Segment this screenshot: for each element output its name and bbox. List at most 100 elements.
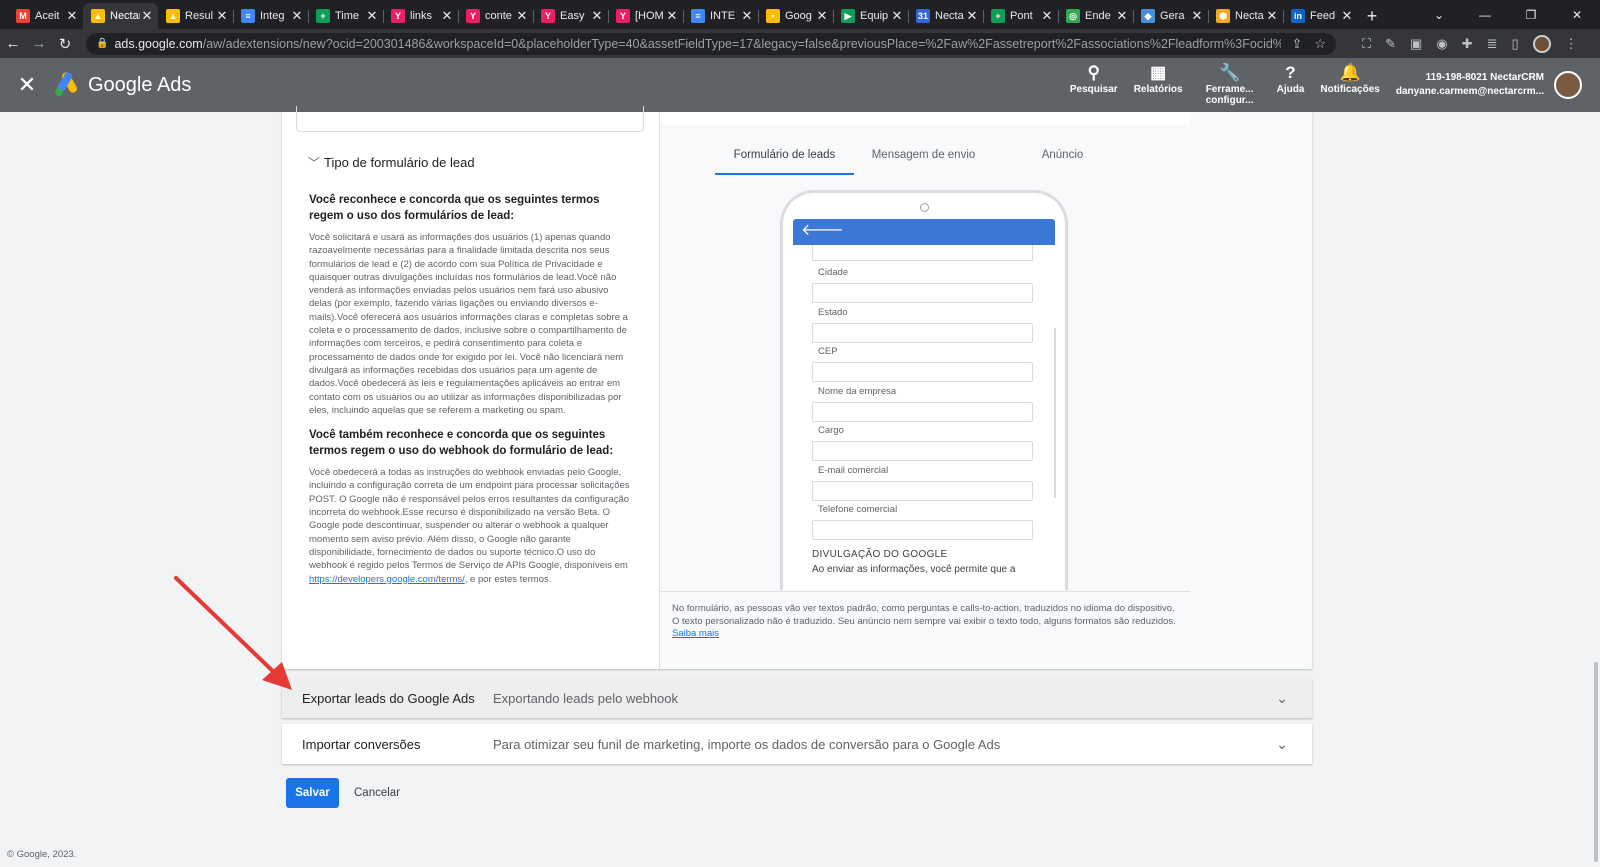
- browser-tab[interactable]: Y Easy ✕: [533, 3, 608, 29]
- bell-icon: 🔔: [1339, 63, 1361, 82]
- browser-tab[interactable]: ≡ INTE ✕: [683, 3, 758, 29]
- tab-close-icon[interactable]: ✕: [815, 8, 829, 24]
- export-leads-section[interactable]: Exportar leads do Google Ads Exportando …: [282, 678, 1312, 718]
- browser-tab[interactable]: ▪ Goog ✕: [758, 3, 833, 29]
- forward-icon[interactable]: →: [26, 35, 52, 52]
- tab-close-icon[interactable]: ✕: [1265, 8, 1279, 24]
- tab-close-icon[interactable]: ✕: [65, 8, 79, 24]
- header-action-label: Pesquisar: [1069, 84, 1118, 95]
- tab-close-icon[interactable]: ✕: [1340, 8, 1354, 24]
- preview-top-strip: [660, 112, 1190, 125]
- tab-close-icon[interactable]: ✕: [140, 8, 154, 24]
- tab-close-icon[interactable]: ✕: [740, 8, 754, 24]
- tab-close-icon[interactable]: ✕: [1040, 8, 1054, 24]
- browser-tab[interactable]: ◆ Gera ✕: [1133, 3, 1208, 29]
- browser-tab[interactable]: Yconte ✕: [458, 3, 533, 29]
- import-conversions-section[interactable]: Importar conversões Para otimizar seu fu…: [282, 724, 1312, 764]
- tab-title: links: [410, 10, 433, 22]
- phone-form-scroll[interactable]: DIVULGAÇÃO DO GOOGLE Ao enviar as inform…: [793, 245, 1055, 590]
- header-action-tools[interactable]: 🔧 Ferrame... configur...: [1191, 64, 1269, 107]
- browser-tab[interactable]: M Aceit ✕: [8, 3, 83, 29]
- puzzle-icon[interactable]: ✚: [1462, 36, 1473, 52]
- preview-tab[interactable]: Mensagem de envio: [854, 144, 993, 175]
- browser-tab[interactable]: Ylinks ✕: [383, 3, 458, 29]
- tab-close-icon[interactable]: ✕: [365, 8, 379, 24]
- tab-title: Pont: [1010, 10, 1033, 22]
- learn-more-link[interactable]: Saiba mais: [672, 628, 719, 639]
- save-button[interactable]: Salvar: [286, 778, 339, 808]
- chevron-down-icon[interactable]: ⌄: [1252, 690, 1312, 707]
- tab-title: [HOM: [635, 10, 664, 22]
- tab-search-icon[interactable]: ⌄: [1416, 8, 1462, 22]
- tab-close-icon[interactable]: ✕: [665, 8, 679, 24]
- account-info[interactable]: 119-198-8021 NectarCRM danyane.carmem@ne…: [1396, 71, 1544, 99]
- tab-close-icon[interactable]: ✕: [1115, 8, 1129, 24]
- browser-tab[interactable]: ⬢ Necta ✕: [1208, 3, 1283, 29]
- field-box: [812, 283, 1033, 303]
- back-icon[interactable]: ←: [0, 35, 26, 52]
- extension-circle-icon[interactable]: ◉: [1436, 36, 1447, 52]
- browser-tab[interactable]: ≡ Integ ✕: [233, 3, 308, 29]
- lead-form-type-header[interactable]: ﹀ Tipo de formulário de lead: [308, 154, 475, 171]
- terms-link[interactable]: https://developers.google.com/terms/: [309, 574, 465, 585]
- browser-tab[interactable]: in Feed ✕: [1283, 3, 1358, 29]
- preview-form-field: Telefone comercial: [812, 504, 1033, 540]
- back-arrow-icon: 🡐: [801, 222, 844, 239]
- tab-close-icon[interactable]: ✕: [965, 8, 979, 24]
- tab-close-icon[interactable]: ✕: [440, 8, 454, 24]
- page-scrollbar[interactable]: [1594, 662, 1598, 862]
- reload-icon[interactable]: ↻: [52, 35, 78, 53]
- preview-tab[interactable]: Anúncio: [993, 144, 1132, 175]
- close-icon[interactable]: ✕: [0, 72, 54, 98]
- menu-icon[interactable]: ⋮: [1565, 36, 1578, 52]
- google-disclosure: DIVULGAÇÃO DO GOOGLE Ao enviar as inform…: [812, 549, 1033, 575]
- tab-title: Necta: [1235, 10, 1264, 22]
- browser-tab[interactable]: + Pont ✕: [983, 3, 1058, 29]
- pen-icon[interactable]: ✎: [1385, 36, 1396, 52]
- header-action-help[interactable]: ? Ajuda: [1269, 64, 1313, 106]
- preview-form-field: Nome da empresa: [812, 386, 1033, 422]
- tab-close-icon[interactable]: ✕: [290, 8, 304, 24]
- restore-icon[interactable]: ❐: [1508, 8, 1554, 22]
- user-avatar[interactable]: [1554, 71, 1582, 99]
- tab-close-icon[interactable]: ✕: [515, 8, 529, 24]
- tab-title: Equip: [860, 10, 889, 22]
- window-controls: ⌄ — ❐ ✕: [1416, 0, 1600, 29]
- tab-close-icon[interactable]: ✕: [590, 8, 604, 24]
- bookmark-star-icon[interactable]: ☆: [1314, 36, 1326, 52]
- extension-icon[interactable]: ⛶: [1362, 36, 1371, 52]
- cast-icon[interactable]: ▣: [1410, 36, 1422, 52]
- previous-field-box[interactable]: [296, 106, 644, 132]
- phone-scrollbar[interactable]: [1054, 328, 1056, 498]
- tab-favicon-icon: Y: [391, 9, 405, 23]
- reading-list-icon[interactable]: ≣: [1487, 36, 1498, 52]
- header-action-reports[interactable]: ▦ Relatórios: [1126, 64, 1191, 106]
- side-panel-icon[interactable]: ▯: [1511, 36, 1518, 52]
- address-bar[interactable]: 🔒 ads.google.com /aw/adextensions/new?oc…: [86, 32, 1336, 55]
- new-tab-icon[interactable]: +: [1358, 3, 1386, 29]
- browser-tab[interactable]: ▲ Nectar ✕: [83, 3, 158, 29]
- browser-tab[interactable]: Y [HOM ✕: [608, 3, 683, 29]
- tab-favicon-icon: in: [1291, 9, 1305, 23]
- profile-avatar[interactable]: [1532, 34, 1551, 53]
- tab-close-icon[interactable]: ✕: [890, 8, 904, 24]
- chevron-down-icon[interactable]: ⌄: [1252, 736, 1312, 753]
- chevron-down-icon: ﹀: [308, 156, 321, 170]
- share-icon[interactable]: ⇪: [1291, 36, 1302, 52]
- browser-tab[interactable]: 31 Necta ✕: [908, 3, 983, 29]
- close-window-icon[interactable]: ✕: [1554, 8, 1600, 22]
- cancel-button[interactable]: Cancelar: [348, 778, 406, 808]
- browser-tab[interactable]: ▲ Resul ✕: [158, 3, 233, 29]
- browser-tab[interactable]: ▶ Equip ✕: [833, 3, 908, 29]
- browser-tab[interactable]: + Time ✕: [308, 3, 383, 29]
- browser-tab[interactable]: ◎ Ende ✕: [1058, 3, 1133, 29]
- header-action-search[interactable]: ⚲ Pesquisar: [1062, 64, 1126, 106]
- preview-tab[interactable]: Formulário de leads: [715, 144, 854, 175]
- tab-close-icon[interactable]: ✕: [215, 8, 229, 24]
- section-name: Importar conversões: [302, 736, 421, 752]
- copyright-footer: © Google, 2023.: [7, 849, 77, 860]
- tab-close-icon[interactable]: ✕: [1190, 8, 1204, 24]
- minimize-icon[interactable]: —: [1462, 8, 1508, 22]
- lock-icon: 🔒: [96, 38, 109, 49]
- header-action-bell[interactable]: 🔔 Notificações: [1312, 64, 1387, 106]
